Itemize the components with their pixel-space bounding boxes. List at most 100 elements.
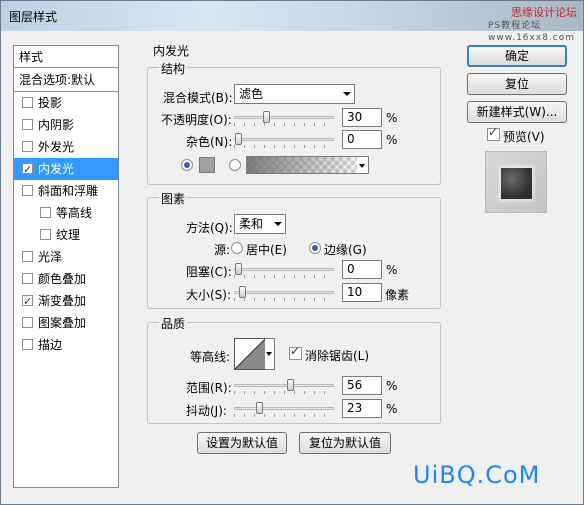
size-slider-thumb[interactable] (239, 286, 246, 298)
style-item[interactable]: 斜面和浮雕 (14, 180, 118, 202)
range-slider[interactable] (234, 379, 334, 391)
jitter-slider-thumb[interactable] (256, 402, 263, 414)
watermark-top-sub: PS教程论坛 www.16xx8.com (487, 21, 575, 43)
contour-preview[interactable] (234, 338, 266, 370)
range-slider-thumb[interactable] (287, 379, 294, 391)
source-edge-radio[interactable] (309, 242, 321, 254)
style-item-checkbox[interactable] (22, 273, 33, 284)
choke-label: 阻塞(C): (186, 265, 232, 279)
size-input[interactable]: 10 (342, 283, 382, 302)
contour-dropdown-icon[interactable] (265, 338, 275, 370)
range-label: 范围(R): (186, 381, 232, 395)
blend-mode-label: 混合模式(B): (163, 91, 233, 105)
style-item[interactable]: 等高线 (14, 202, 118, 224)
opacity-slider-thumb[interactable] (263, 111, 270, 123)
reset-button[interactable]: 复位 (467, 73, 567, 95)
style-item[interactable]: 外发光 (14, 136, 118, 158)
source-edge-label[interactable]: 边缘(G) (324, 241, 367, 258)
glow-color-radio[interactable] (181, 159, 193, 171)
source-label: 源: (214, 243, 231, 257)
gradient-dropdown-icon[interactable] (357, 156, 369, 174)
style-item-label: 渐变叠加 (38, 294, 87, 308)
style-item-checkbox[interactable] (22, 339, 33, 350)
size-slider[interactable] (234, 286, 334, 298)
choke-unit: % (386, 263, 398, 277)
style-item[interactable]: 投影 (14, 92, 118, 114)
opacity-slider[interactable] (234, 111, 334, 123)
opacity-slider-ticks (234, 123, 334, 126)
style-item-label: 外发光 (38, 140, 75, 154)
antialias-label[interactable]: 消除锯齿(L) (305, 347, 369, 364)
style-preview-swatch (501, 168, 532, 199)
style-item-label: 图案叠加 (38, 316, 87, 330)
style-list: 样式 混合选项:默认 投影内阴影外发光内发光斜面和浮雕等高线纹理光泽颜色叠加渐变… (13, 45, 119, 488)
glow-gradient-preview[interactable] (246, 156, 358, 174)
opacity-label: 不透明度(O): (161, 113, 232, 127)
noise-slider-thumb[interactable] (235, 133, 242, 145)
window-title: 图层样式 (9, 10, 58, 24)
style-item-label: 颜色叠加 (38, 272, 87, 286)
source-center-radio[interactable] (231, 242, 243, 254)
choke-slider-thumb[interactable] (235, 263, 242, 275)
title-bar[interactable]: 图层样式 思缘设计论坛 PS教程论坛 www.16xx8.com (1, 1, 583, 44)
style-item[interactable]: 内阴影 (14, 114, 118, 136)
style-item-checkbox[interactable] (22, 185, 33, 196)
preview-label[interactable]: 预览(V) (503, 128, 545, 145)
range-unit: % (386, 379, 398, 393)
watermark-top: 思缘设计论坛 PS教程论坛 www.16xx8.com (488, 6, 577, 44)
source-center-label[interactable]: 居中(E) (246, 241, 287, 258)
style-item[interactable]: 图案叠加 (14, 312, 118, 334)
glow-color-swatch[interactable] (199, 157, 215, 173)
blending-options-item[interactable]: 混合选项:默认 (14, 68, 118, 92)
style-item-checkbox[interactable] (22, 291, 33, 313)
glow-gradient-radio[interactable] (229, 159, 241, 171)
noise-label: 杂色(N): (186, 135, 233, 149)
chevron-down-icon (274, 222, 282, 226)
style-item[interactable]: 渐变叠加 (14, 290, 118, 313)
style-item-label: 纹理 (56, 228, 81, 242)
style-item-checkbox[interactable] (22, 119, 33, 130)
style-item-checkbox[interactable] (40, 229, 51, 240)
style-item-checkbox[interactable] (22, 251, 33, 262)
style-item[interactable]: 颜色叠加 (14, 268, 118, 290)
blend-mode-select[interactable]: 滤色 (234, 84, 355, 104)
style-list-header[interactable]: 样式 (14, 46, 118, 68)
reset-default-button[interactable]: 复位为默认值 (299, 432, 391, 454)
watermark-top-text: 思缘设计论坛 (511, 6, 577, 19)
style-item[interactable]: 内发光 (14, 158, 118, 181)
style-item-checkbox[interactable] (22, 317, 33, 328)
style-item-checkbox[interactable] (22, 141, 33, 152)
style-item[interactable]: 描边 (14, 334, 118, 356)
style-item-checkbox[interactable] (40, 207, 51, 218)
style-item-label: 等高线 (56, 206, 93, 220)
preview-checkbox[interactable] (487, 125, 500, 141)
jitter-slider[interactable] (234, 402, 334, 414)
jitter-input[interactable]: 23 (342, 399, 382, 418)
size-slider-ticks (234, 298, 334, 301)
style-item-checkbox[interactable] (22, 97, 33, 108)
noise-input[interactable]: 0 (342, 130, 382, 149)
chevron-down-icon (343, 92, 351, 96)
antialias-checkbox[interactable] (289, 344, 302, 360)
panel-title: 内发光 (153, 44, 190, 58)
noise-unit: % (386, 133, 398, 147)
choke-input[interactable]: 0 (342, 260, 382, 279)
style-item-checkbox[interactable] (22, 159, 33, 181)
new-style-button[interactable]: 新建样式(W)... (467, 101, 567, 123)
noise-slider-ticks (234, 145, 334, 148)
noise-slider[interactable] (234, 133, 334, 145)
layer-style-dialog: 图层样式 思缘设计论坛 PS教程论坛 www.16xx8.com 样式 混合选项… (0, 0, 584, 505)
style-item[interactable]: 纹理 (14, 224, 118, 246)
range-input[interactable]: 56 (342, 376, 382, 395)
technique-label: 方法(Q): (186, 221, 233, 235)
ok-button[interactable]: 确定 (467, 45, 567, 67)
style-item[interactable]: 光泽 (14, 246, 118, 268)
technique-select[interactable]: 柔和 (234, 214, 286, 234)
contour-curve-icon (235, 339, 265, 369)
jitter-unit: % (386, 402, 398, 416)
make-default-button[interactable]: 设置为默认值 (197, 432, 287, 454)
size-label: 大小(S): (186, 288, 232, 302)
opacity-input[interactable]: 30 (342, 108, 382, 127)
jitter-label: 抖动(J): (186, 404, 227, 418)
choke-slider[interactable] (234, 263, 334, 275)
